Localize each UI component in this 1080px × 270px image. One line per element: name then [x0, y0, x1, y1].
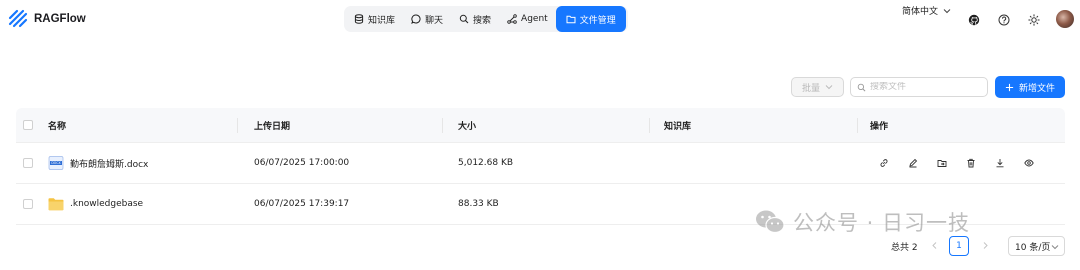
- column-header-name[interactable]: 名称: [48, 108, 66, 142]
- edit-icon[interactable]: [908, 158, 918, 168]
- download-icon[interactable]: [995, 158, 1005, 168]
- search-input[interactable]: [870, 82, 980, 92]
- next-page-icon[interactable]: [981, 241, 990, 250]
- chevron-down-icon: [1051, 245, 1059, 250]
- row-checkbox[interactable]: [23, 199, 33, 209]
- total-count: 总共 2: [891, 243, 918, 253]
- language-selector[interactable]: 简体中文: [902, 4, 951, 17]
- link-icon[interactable]: [879, 158, 889, 168]
- theme-sun-icon[interactable]: [1028, 14, 1040, 26]
- nav-item-agent[interactable]: Agent: [499, 8, 556, 30]
- watermark-text: 公众号 · 日习一技: [793, 211, 971, 235]
- delete-icon[interactable]: [966, 158, 976, 168]
- row-checkbox[interactable]: [23, 158, 33, 168]
- nav-item-knowledge-base[interactable]: 知识库: [346, 8, 403, 30]
- pagination: 总共 2 1 10 条/页: [0, 235, 1080, 257]
- upload-date: 06/07/2025 17:00:00: [254, 158, 350, 168]
- database-icon: [354, 14, 364, 24]
- github-icon[interactable]: [968, 14, 980, 26]
- chevron-down-icon: [825, 85, 833, 90]
- folder-icon: [566, 15, 576, 24]
- file-size: 5,012.68 KB: [458, 158, 514, 168]
- file-name[interactable]: .knowledgebase: [70, 199, 143, 209]
- folder-icon: [48, 198, 64, 211]
- column-header-upload-date[interactable]: 上传日期: [254, 108, 290, 142]
- file-size: 88.33 KB: [458, 199, 499, 209]
- wechat-logo-icon: [756, 210, 785, 234]
- add-file-button[interactable]: 新增文件: [995, 76, 1065, 98]
- nav-item-file-management[interactable]: 文件管理: [555, 6, 626, 32]
- table-header-row: 名称 上传日期 大小 知识库 操作: [16, 108, 1065, 143]
- search-icon: [459, 14, 469, 24]
- app-name: RAGFlow: [34, 13, 86, 25]
- file-search-box[interactable]: [850, 77, 988, 97]
- row-actions: [879, 143, 1053, 183]
- user-avatar[interactable]: [1056, 10, 1074, 28]
- nav-label: 文件管理: [579, 15, 616, 26]
- app-logo[interactable]: RAGFlow: [8, 9, 86, 29]
- column-divider: [857, 118, 858, 133]
- plus-icon: [1005, 83, 1014, 91]
- upload-date: 06/07/2025 17:39:17: [254, 199, 350, 209]
- column-divider: [649, 118, 650, 133]
- preview-eye-icon[interactable]: [1024, 158, 1034, 168]
- nav-item-search[interactable]: 搜索: [451, 8, 499, 30]
- language-label: 简体中文: [902, 7, 939, 17]
- nav-label: Agent: [521, 14, 548, 24]
- page-size-select[interactable]: 10 条/页: [1008, 236, 1065, 256]
- nav-item-chat[interactable]: 聊天: [403, 8, 451, 30]
- nav-label: 知识库: [368, 15, 396, 26]
- column-divider: [442, 118, 443, 133]
- main-nav: 知识库 聊天 搜索 Agent 文件管理: [344, 6, 628, 32]
- file-name[interactable]: 勤布朗詹姆斯.docx: [70, 157, 148, 170]
- table-row[interactable]: DOCX 勤布朗詹姆斯.docx 06/07/2025 17:00:00 5,0…: [16, 143, 1065, 184]
- column-header-knowledge-base: 知识库: [664, 121, 692, 132]
- batch-button[interactable]: 批量: [791, 77, 844, 97]
- page-size-label: 10 条/页: [1015, 242, 1051, 253]
- column-header-actions: 操作: [870, 121, 889, 132]
- column-header-size[interactable]: 大小: [458, 108, 476, 142]
- batch-label: 批量: [801, 83, 820, 94]
- search-icon: [857, 83, 866, 91]
- docx-file-icon: DOCX: [48, 156, 64, 170]
- page-number-current[interactable]: 1: [949, 236, 969, 256]
- help-icon[interactable]: [998, 14, 1010, 26]
- nav-label: 搜索: [473, 15, 492, 26]
- ragflow-logo-icon: [8, 9, 28, 28]
- wechat-watermark: 公众号 · 日习一技: [755, 207, 970, 237]
- select-all-checkbox[interactable]: [23, 120, 33, 130]
- move-to-folder-icon[interactable]: [937, 158, 947, 168]
- agent-icon: [507, 14, 517, 24]
- nav-label: 聊天: [425, 15, 444, 26]
- prev-page-icon[interactable]: [930, 241, 939, 250]
- column-divider: [237, 118, 238, 133]
- chat-bubble-icon: [411, 14, 421, 24]
- chevron-down-icon: [943, 8, 951, 13]
- top-header: RAGFlow 知识库 聊天 搜索 Agent 文件管理 简体中文: [0, 0, 1080, 40]
- add-file-label: 新增文件: [1018, 83, 1055, 94]
- svg-text:DOCX: DOCX: [51, 161, 61, 165]
